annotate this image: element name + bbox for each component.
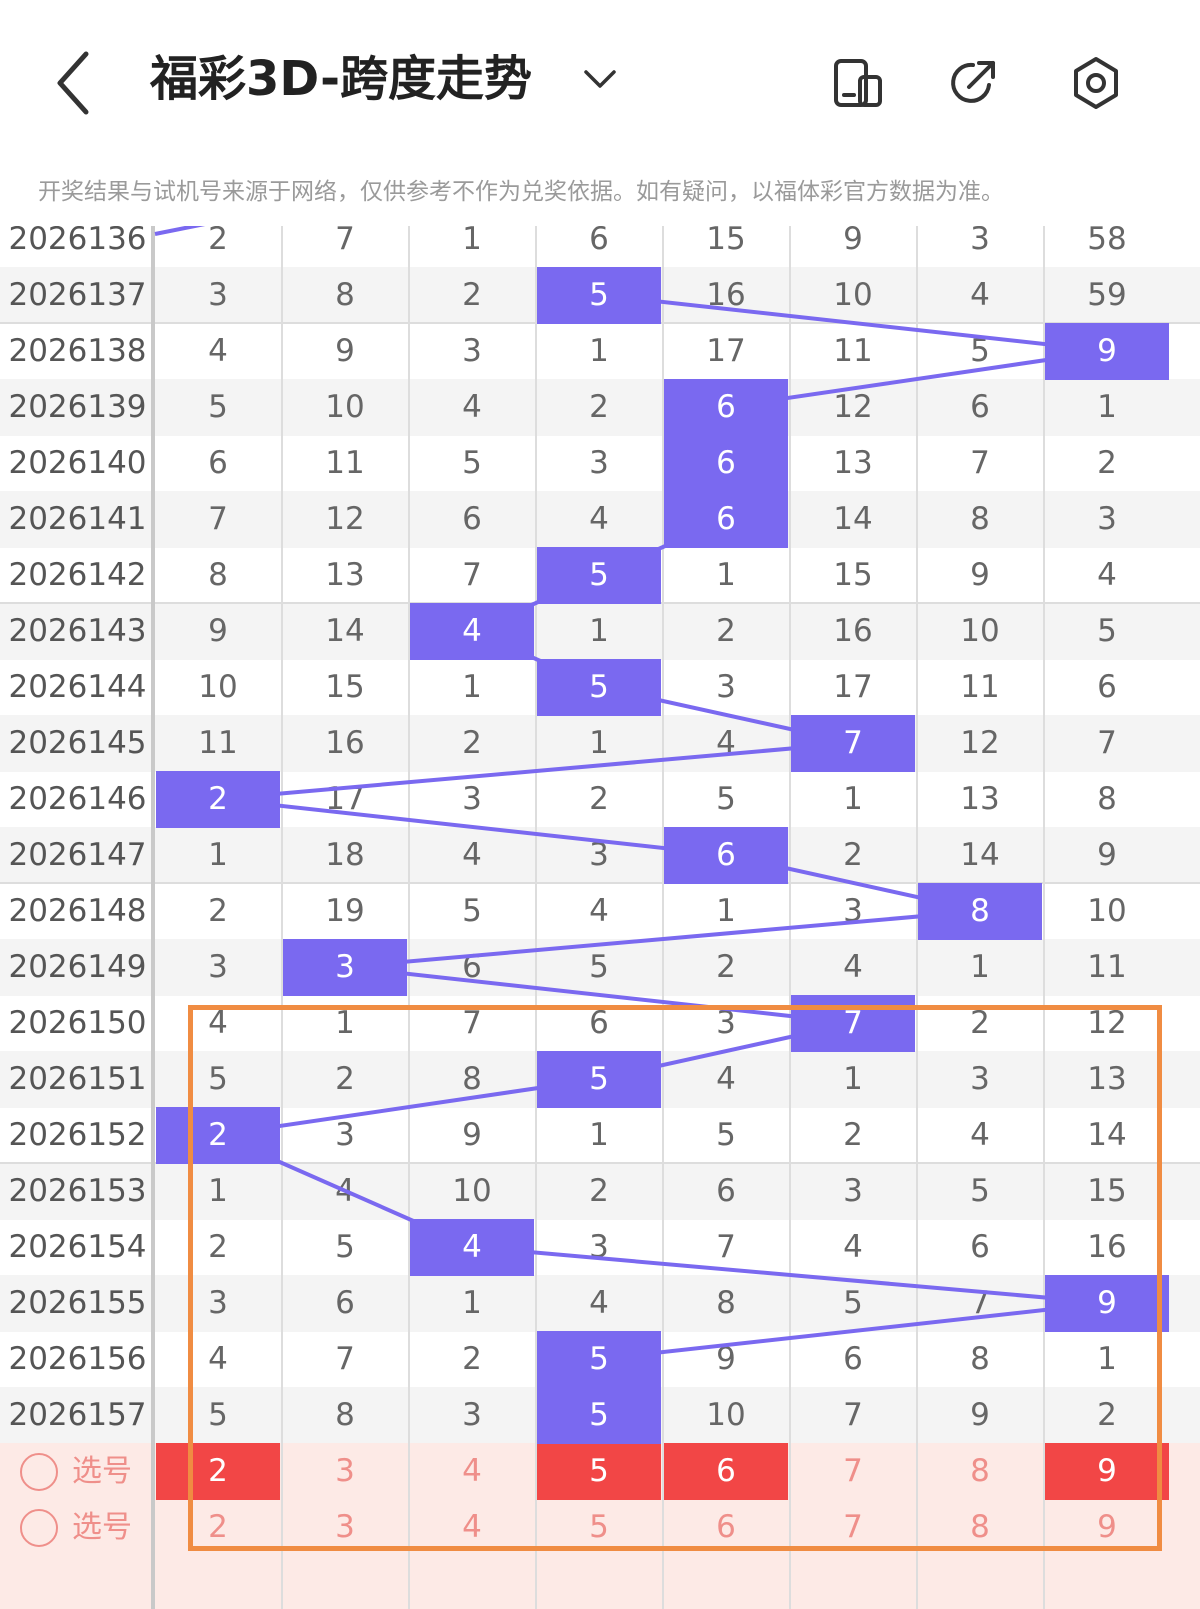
span-hit-cell: 6: [664, 435, 788, 492]
span-hit-cell: 5: [537, 1331, 661, 1388]
span-hit-cell: 7: [791, 715, 915, 772]
span-hit-cell: 6: [664, 379, 788, 436]
span-hit-cell: 5: [537, 1387, 661, 1444]
trend-line-segment: [599, 1301, 1108, 1361]
trend-line-segment: [154, 226, 206, 236]
span-hit-cell: 3: [283, 939, 407, 996]
trend-line-segment: [345, 909, 981, 969]
span-hit-cell: 5: [537, 1051, 661, 1108]
trend-line-segment: [218, 741, 854, 801]
header: 福彩3D-跨度走势 开奖结果与试机号来源于网络，仅供参考不作为兑奖依据。如有疑问…: [0, 0, 1200, 205]
span-hit-cell: 6: [664, 491, 788, 548]
settings-icon[interactable]: [1068, 55, 1124, 111]
data-source-notice: 开奖结果与试机号来源于网络，仅供参考不作为兑奖依据。如有疑问，以福体彩官方数据为…: [38, 179, 1004, 205]
span-hit-cell: 5: [537, 267, 661, 324]
trend-line-segment: [218, 797, 727, 857]
back-icon[interactable]: [50, 48, 100, 118]
span-hit-cell: 9: [1045, 1275, 1169, 1332]
span-hit-cell: 5: [537, 659, 661, 716]
span-trend-table: 2026136 2 7 1 6 15 9 3 58 2026137 3 8 2 16 10 4 59 202613…: [0, 226, 1200, 1609]
layout-icon[interactable]: [830, 55, 886, 111]
span-hit-cell: 2: [156, 771, 280, 828]
trend-line-segment: [472, 1245, 1108, 1305]
span-hit-cell: 2: [156, 1107, 280, 1164]
span-hit-cell: 5: [537, 547, 661, 604]
span-hit-cell: 9: [1045, 323, 1169, 380]
span-hit-cell: 4: [410, 603, 534, 660]
share-icon[interactable]: [945, 55, 1001, 111]
chevron-down-icon[interactable]: [580, 64, 620, 94]
trend-line-segment: [345, 965, 854, 1025]
page-title: 福彩3D-跨度走势: [150, 51, 533, 107]
span-hit-cell: 6: [664, 827, 788, 884]
span-hit-cell: 4: [410, 1219, 534, 1276]
trend-line-segment: [599, 293, 1108, 353]
span-hit-cell: 8: [918, 883, 1042, 940]
span-hit-cell: 7: [791, 995, 915, 1052]
